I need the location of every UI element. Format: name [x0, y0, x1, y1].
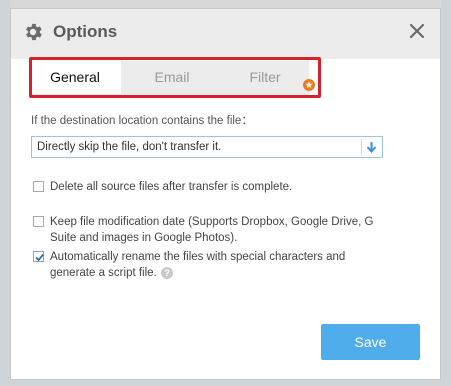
dialog-title: Options: [53, 22, 118, 41]
question-icon[interactable]: ?: [160, 266, 173, 279]
option-label: Automatically rename the files with spec…: [50, 249, 380, 281]
backdrop: [441, 0, 451, 386]
svg-text:?: ?: [164, 268, 170, 278]
keep-date-checkbox[interactable]: [33, 216, 44, 227]
conflict-select-value: Directly skip the file, don't transfer i…: [37, 141, 222, 153]
gear-icon: [26, 23, 42, 41]
options-dialog: Options General Email Filter If the dest…: [10, 8, 441, 380]
backdrop: [0, 380, 451, 386]
auto-rename-checkbox[interactable]: [33, 251, 44, 262]
conflict-select[interactable]: Directly skip the file, don't transfer i…: [31, 136, 383, 158]
option-label-text: Automatically rename the files with spec…: [50, 251, 346, 279]
backdrop: [0, 0, 10, 386]
option-label: Keep file modification date (Supports Dr…: [50, 216, 374, 244]
save-button[interactable]: Save: [321, 324, 420, 360]
close-icon[interactable]: [408, 22, 426, 40]
dialog-header: Options: [11, 9, 440, 59]
tabs-highlight-box: [29, 57, 321, 98]
option-label: Delete all source files after transfer i…: [50, 181, 293, 193]
select-divider: [361, 139, 362, 155]
check-icon: [35, 253, 44, 262]
delete-source-checkbox[interactable]: [33, 181, 44, 192]
conflict-label: If the destination location contains the…: [31, 115, 253, 127]
arrow-down-icon[interactable]: [366, 141, 377, 153]
